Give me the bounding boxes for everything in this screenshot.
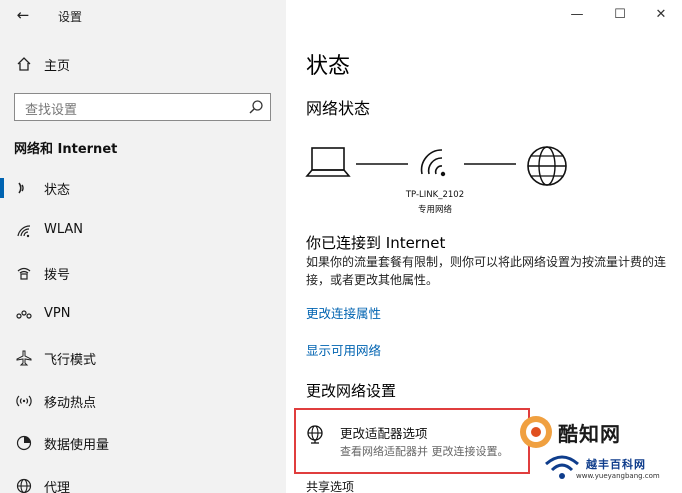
nav-home[interactable]: 主页 (0, 50, 286, 78)
airplane-icon (16, 350, 32, 366)
vpn-icon (16, 310, 32, 319)
sidebar-item-label: 状态 (44, 183, 71, 198)
title-bar: ← 设置 (0, 0, 286, 30)
data-usage-icon (16, 435, 32, 451)
sidebar-item-wlan[interactable]: WLAN (0, 216, 286, 246)
watermark-logo-icon (520, 416, 552, 448)
search-placeholder: 查找设置 (25, 103, 78, 118)
wifi-signal-icon (420, 149, 446, 177)
section-title: 网络和 Internet (14, 142, 118, 157)
nav-home-label: 主页 (44, 59, 71, 74)
laptop-icon (305, 147, 351, 177)
adapter-options-title: 更改适配器选项 (340, 426, 428, 441)
sidebar-item-label: 移动热点 (44, 396, 97, 411)
close-icon[interactable]: ✕ (652, 6, 670, 24)
sidebar-item-label: VPN (44, 306, 71, 321)
network-status-title: 网络状态 (306, 99, 371, 118)
network-type: 专用网络 (417, 205, 452, 215)
sidebar-item-vpn[interactable]: VPN (0, 300, 286, 330)
sidebar-item-label: 飞行模式 (44, 353, 97, 368)
sidebar-item-airplane[interactable]: 飞行模式 (0, 343, 286, 373)
connection-status-title: 你已连接到 Internet (306, 234, 446, 252)
sidebar-item-proxy[interactable]: 代理 (0, 471, 286, 493)
dialup-icon (17, 267, 31, 280)
hotspot-icon (16, 395, 32, 407)
connection-description: 如果你的流量套餐有限制，则你可以将此网络设置为按流量计费的连接，或者更改其他属性… (306, 255, 667, 287)
change-adapter-options-button[interactable]: 更改适配器选项 查看网络适配器并 更改连接设置。 (294, 408, 530, 474)
search-input[interactable]: 查找设置 (14, 93, 271, 121)
sidebar-item-label: WLAN (44, 222, 84, 237)
adapter-options-description: 查看网络适配器并 更改连接设置。 (340, 445, 509, 458)
sidebar-item-status[interactable]: 状态 (0, 173, 286, 203)
network-name: TP-LINK_2102 (405, 190, 465, 200)
minimize-icon[interactable]: — (568, 6, 586, 24)
internet-globe-icon (527, 146, 567, 186)
sidebar-item-dialup[interactable]: 拨号 (0, 258, 286, 288)
change-connection-properties-link[interactable]: 更改连接属性 (306, 303, 381, 322)
wifi-icon (17, 225, 31, 238)
watermark: 酷知网 越丰百科网 www.yueyangbang.com (514, 408, 682, 493)
sidebar-item-label: 代理 (44, 481, 71, 493)
window-title: 设置 (58, 10, 83, 24)
watermark-brand: 酷知网 (558, 422, 621, 446)
sidebar-item-label: 数据使用量 (44, 438, 110, 453)
change-network-settings-title: 更改网络设置 (306, 382, 397, 400)
selected-indicator (0, 178, 4, 198)
watermark-url: www.yueyangbang.com (576, 472, 660, 480)
sidebar-item-label: 拨号 (44, 268, 71, 283)
search-icon[interactable] (248, 99, 264, 115)
watermark-brand-secondary: 越丰百科网 (586, 458, 646, 471)
page-title: 状态 (306, 54, 351, 79)
maximize-icon[interactable]: ☐ (611, 6, 629, 24)
home-icon (17, 57, 31, 71)
sidebar-item-hotspot[interactable]: 移动热点 (0, 386, 286, 416)
show-available-networks-link[interactable]: 显示可用网络 (306, 340, 381, 359)
back-arrow-icon[interactable]: ← (14, 6, 32, 24)
sharing-options-item[interactable]: 共享选项 (306, 478, 354, 493)
sidebar: ← 设置 主页 查找设置 网络和 Internet 状态 WLAN 拨号 VPN… (0, 0, 286, 493)
status-icon (18, 182, 24, 194)
globe-icon (16, 478, 32, 493)
adapter-globe-icon (307, 425, 323, 444)
sidebar-item-data-usage[interactable]: 数据使用量 (0, 428, 286, 458)
